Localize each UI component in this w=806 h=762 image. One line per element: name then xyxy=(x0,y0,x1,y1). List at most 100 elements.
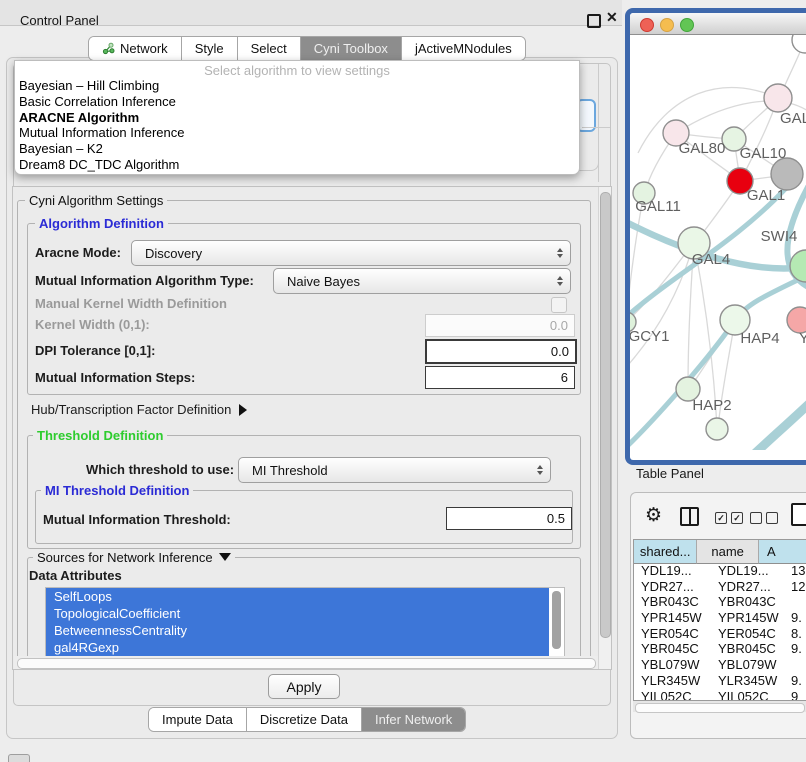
tab-style[interactable]: Style xyxy=(182,37,238,60)
sources-group-title[interactable]: Sources for Network Inference xyxy=(33,550,235,565)
tab-label: Select xyxy=(251,41,287,56)
data-attributes-label: Data Attributes xyxy=(29,568,122,583)
select-columns-icon[interactable]: ✓✓ xyxy=(715,512,743,524)
algorithm-option-aracne-algorithm[interactable]: ARACNE Algorithm xyxy=(15,110,579,126)
node-label-hap4: HAP4 xyxy=(740,330,779,347)
cell: 9. xyxy=(785,673,802,689)
aracne-mode-value: Discovery xyxy=(132,246,557,261)
network-view-window[interactable]: GALGAL80GAL10GAL1GAL11GAL4SWI4GCY1HAP4YH… xyxy=(625,8,806,465)
kernel-width-field[interactable]: 0.0 xyxy=(425,314,575,337)
column-header-shared[interactable]: shared... xyxy=(634,540,697,564)
tab-discretize-data[interactable]: Discretize Data xyxy=(247,708,362,731)
table-row[interactable]: YPR145WYPR145W9. xyxy=(634,610,806,626)
algorithm-option-basic-correlation-inference[interactable]: Basic Correlation Inference xyxy=(15,94,579,110)
document-icon[interactable] xyxy=(791,503,806,526)
algorithm-option-mutual-information-inference[interactable]: Mutual Information Inference xyxy=(15,125,579,141)
aracne-mode-select[interactable]: Discovery xyxy=(131,240,571,266)
table-row[interactable]: YER054CYER054C8. xyxy=(634,626,806,642)
hub-definition-expander[interactable]: Hub/Transcription Factor Definition xyxy=(31,402,247,417)
aracne-mode-label: Aracne Mode: xyxy=(35,245,121,260)
cell: YIL052C xyxy=(634,689,710,701)
cell: YBR045C xyxy=(634,641,710,657)
attribute-item-betweennesscentrality[interactable]: BetweennessCentrality xyxy=(46,622,549,639)
table-row[interactable]: YBL079WYBL079W xyxy=(634,657,806,673)
table-row[interactable]: YDR27...YDR27...12 xyxy=(634,579,806,595)
node-label-gal1: GAL1 xyxy=(747,187,785,204)
mi-steps-field[interactable]: 6 xyxy=(425,366,575,389)
apply-button[interactable]: Apply xyxy=(268,674,340,699)
split-table-icon[interactable] xyxy=(680,507,699,526)
table-row[interactable]: YIL052CYIL052C9 xyxy=(634,689,806,701)
algorithm-option-dream8-dc-tdc-algorithm[interactable]: Dream8 DC_TDC Algorithm xyxy=(15,157,579,173)
zoom-traffic-light-icon[interactable] xyxy=(680,18,694,32)
mi-threshold-field[interactable]: 0.5 xyxy=(446,507,572,530)
cell: YDR27... xyxy=(634,579,710,595)
table-row[interactable]: YBR045CYBR045C9. xyxy=(634,641,806,657)
attribute-item-gal4rgexp[interactable]: gal4RGexp xyxy=(46,639,549,656)
attribute-item-selfloops[interactable]: SelfLoops xyxy=(46,588,549,605)
network-canvas[interactable]: GALGAL80GAL10GAL1GAL11GAL4SWI4GCY1HAP4YH… xyxy=(630,35,806,450)
cell: YDL19... xyxy=(710,563,785,579)
cyni-settings-group-title: Cyni Algorithm Settings xyxy=(25,193,167,208)
close-traffic-light-icon[interactable] xyxy=(640,18,654,32)
table-row[interactable]: YDL19...YDL19...13 xyxy=(634,563,806,579)
algorithm-dropdown-placeholder: Select algorithm to view settings xyxy=(15,63,579,78)
tab-network[interactable]: Network xyxy=(89,37,182,60)
node-unlabeled[interactable] xyxy=(771,158,803,190)
mi-threshold-label: Mutual Information Threshold: xyxy=(43,512,231,527)
cell: YBR043C xyxy=(710,594,785,610)
tab-infer-network[interactable]: Infer Network xyxy=(362,708,465,731)
tab-cyni-toolbox[interactable]: Cyni Toolbox xyxy=(301,37,402,60)
table-row[interactable]: YBR043CYBR043C xyxy=(634,594,806,610)
tab-label: Infer Network xyxy=(375,712,452,727)
tab-label: jActiveMNodules xyxy=(415,41,512,56)
table-panel-title: Table Panel xyxy=(636,466,704,481)
mi-steps-label: Mutual Information Steps: xyxy=(35,370,195,385)
tab-impute-data[interactable]: Impute Data xyxy=(149,708,247,731)
column-header-a[interactable]: A xyxy=(759,540,806,564)
node-unlabeled[interactable] xyxy=(706,418,728,440)
list-scrollbar-thumb[interactable] xyxy=(552,591,561,649)
settings-gear-icon[interactable]: ⚙ xyxy=(645,504,662,526)
deselect-columns-icon[interactable] xyxy=(750,512,778,524)
column-header-name[interactable]: name xyxy=(697,540,759,564)
screenshot-root: Control Panel ✕ NetworkStyle Select Cyni T… xyxy=(0,0,806,762)
cell: YLR345W xyxy=(710,673,785,689)
mi-threshold-group-title: MI Threshold Definition xyxy=(41,483,193,498)
settings-vscrollbar-thumb[interactable] xyxy=(600,192,611,638)
cell: YIL052C xyxy=(710,689,785,701)
algorithm-option-bayesian-k2[interactable]: Bayesian – K2 xyxy=(15,141,579,157)
cell: YDR27... xyxy=(710,579,785,595)
network-icon xyxy=(102,42,115,55)
mi-algorithm-type-value: Naive Bayes xyxy=(274,274,557,289)
table-body: YDL19...YDL19...13YDR27...YDR27...12YBR0… xyxy=(634,563,806,700)
table-hscrollbar-track xyxy=(633,701,806,712)
close-icon[interactable]: ✕ xyxy=(606,9,618,26)
mi-algorithm-type-label: Mutual Information Algorithm Type: xyxy=(35,273,254,288)
mi-algorithm-type-select[interactable]: Naive Bayes xyxy=(273,268,571,294)
network-window-titlebar[interactable] xyxy=(630,13,806,35)
tab-jactivemnodules[interactable]: jActiveMNodules xyxy=(402,37,525,60)
minimize-traffic-light-icon[interactable] xyxy=(660,18,674,32)
table-hscrollbar-thumb[interactable] xyxy=(635,703,805,713)
node-label-gal11: GAL11 xyxy=(635,198,681,215)
tab-select[interactable]: Select xyxy=(238,37,301,60)
cell: YPR145W xyxy=(710,610,785,626)
attribute-item-topologicalcoefficient[interactable]: TopologicalCoefficient xyxy=(46,605,549,622)
which-threshold-select[interactable]: MI Threshold xyxy=(238,457,551,483)
node-label-gal80: GAL80 xyxy=(679,140,726,157)
float-window-icon[interactable] xyxy=(587,14,601,28)
table-row[interactable]: YLR345WYLR345W9. xyxy=(634,673,806,689)
tab-label: Discretize Data xyxy=(260,712,348,727)
algorithm-option-bayesian-hill-climbing[interactable]: Bayesian – Hill Climbing xyxy=(15,78,579,94)
node-gal[interactable] xyxy=(764,84,792,112)
settings-scrollpane: Cyni Algorithm Settings Algorithm Defini… xyxy=(12,186,612,670)
node-label-gcy1: GCY1 xyxy=(630,328,669,345)
manual-kernel-width-checkbox[interactable] xyxy=(551,297,567,313)
dpi-tolerance-field[interactable]: 0.0 xyxy=(425,339,577,364)
control-panel-titlebar: Control Panel ✕ xyxy=(0,0,622,26)
settings-hscrollbar-thumb[interactable] xyxy=(17,658,596,669)
node-unlabeled[interactable] xyxy=(792,35,806,53)
cell: YLR345W xyxy=(634,673,710,689)
cell: 8. xyxy=(785,626,802,642)
